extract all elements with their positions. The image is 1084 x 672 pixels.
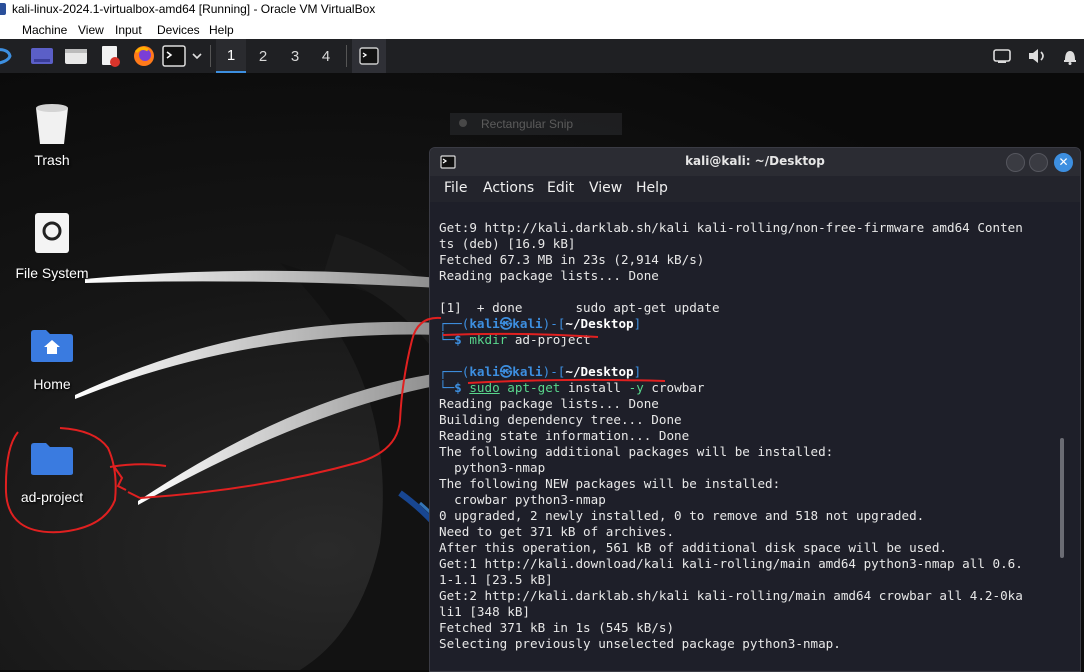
terminal-line: After this operation, 561 kB of addition… — [439, 540, 947, 555]
firefox-icon[interactable] — [130, 39, 158, 73]
taskbar-terminal-window[interactable] — [352, 39, 386, 73]
terminal-line: Reading state information... Done — [439, 428, 690, 443]
file-system-label: File System — [15, 265, 89, 281]
terminal-menubar: File Actions Edit View Help — [430, 176, 1080, 202]
chevron-down-icon[interactable] — [188, 39, 206, 73]
terminal-line: Fetched 67.3 MB in 23s (2,914 kB/s) — [439, 252, 705, 267]
terminal-line: Get:2 http://kali.darklab.sh/kali kali-r… — [439, 588, 1023, 603]
volume-icon[interactable] — [1024, 39, 1050, 73]
vbox-window-title-bar: kali-linux-2024.1-virtualbox-amd64 [Runn… — [0, 0, 1084, 20]
prompt-line: ┌──(kali㉿kali)-[~/Desktop] — [439, 364, 642, 379]
terminal-menu-view[interactable]: View — [589, 180, 622, 196]
terminal-scrollbar[interactable] — [1060, 438, 1064, 558]
maximize-button[interactable] — [1029, 153, 1048, 172]
terminal-line: The following NEW packages will be insta… — [439, 476, 781, 491]
desktop-icon-file-system[interactable]: File System — [2, 212, 102, 281]
command-line-install: └─$ sudo apt-get install -y crowbar — [439, 380, 705, 395]
home-folder-icon — [31, 330, 73, 362]
terminal-line: Need to get 371 kB of archives. — [439, 524, 675, 539]
top-panel: 1 2 3 4 — [0, 39, 1084, 73]
close-button[interactable]: ✕ — [1054, 153, 1073, 172]
notification-bell-icon[interactable] — [1058, 39, 1082, 73]
ad-project-label: ad-project — [20, 489, 84, 505]
workspace-4[interactable]: 4 — [311, 39, 341, 73]
terminal-window[interactable]: kali@kali: ~/Desktop ✕ File Actions Edit… — [429, 147, 1081, 672]
terminal-title-bar[interactable]: kali@kali: ~/Desktop ✕ — [430, 148, 1080, 176]
terminal-line: The following additional packages will b… — [439, 444, 834, 459]
terminal-line: Fetched 371 kB in 1s (545 kB/s) — [439, 620, 675, 635]
vbox-menu-machine[interactable]: Machine — [22, 23, 67, 37]
terminal-line: ts (deb) [16.9 kB] — [439, 236, 576, 251]
vbox-menu-view[interactable]: View — [78, 23, 104, 37]
workspace-1[interactable]: 1 — [216, 39, 246, 73]
terminal-menu-actions[interactable]: Actions — [483, 180, 534, 196]
home-label: Home — [33, 376, 71, 392]
kali-menu-icon[interactable] — [0, 39, 14, 73]
drive-icon — [35, 213, 69, 253]
terminal-line: Selecting previously unselected package … — [439, 636, 841, 651]
text-editor-icon[interactable] — [96, 39, 124, 73]
terminal-line: 1-1.1 [23.5 kB] — [439, 572, 553, 587]
terminal-line: [1] + done sudo apt-get update — [439, 300, 720, 315]
command-line-mkdir: └─$ mkdir ad-project — [439, 332, 591, 347]
terminal-menu-edit[interactable]: Edit — [547, 180, 574, 196]
vbox-menu-help[interactable]: Help — [209, 23, 234, 37]
file-manager-icon[interactable] — [62, 39, 90, 73]
terminal-line: 0 upgraded, 2 newly installed, 0 to remo… — [439, 508, 925, 523]
terminal-line: Reading package lists... Done — [439, 268, 659, 283]
trash-icon — [36, 104, 68, 144]
vbox-window-title: kali-linux-2024.1-virtualbox-amd64 [Runn… — [12, 2, 376, 16]
terminal-title: kali@kali: ~/Desktop — [685, 154, 825, 168]
terminal-menu-help[interactable]: Help — [636, 180, 668, 196]
workspace-3[interactable]: 3 — [280, 39, 310, 73]
terminal-line: Get:1 http://kali.download/kali kali-rol… — [439, 556, 1023, 571]
desktop-icon-trash[interactable]: Trash — [2, 100, 102, 168]
terminal-output[interactable]: Get:9 http://kali.darklab.sh/kali kali-r… — [439, 204, 1064, 671]
vbox-menubar: Machine View Input Devices Help — [0, 20, 1084, 39]
vbox-menu-input[interactable]: Input — [115, 23, 142, 37]
panel-separator — [210, 45, 211, 67]
workspace-2[interactable]: 2 — [248, 39, 278, 73]
panel-separator — [346, 45, 347, 67]
desktop-icon-ad-project[interactable]: ad-project — [2, 442, 102, 505]
folder-icon — [31, 443, 73, 475]
vbox-menu-devices[interactable]: Devices — [157, 23, 200, 37]
terminal-line: python3-nmap — [439, 460, 546, 475]
show-desktop-icon[interactable] — [28, 39, 56, 73]
desktop-icon-home[interactable]: Home — [2, 329, 102, 392]
snip-icon — [459, 119, 467, 127]
terminal-line: crowbar python3-nmap — [439, 492, 606, 507]
minimize-button[interactable] — [1006, 153, 1025, 172]
rectangular-snip-overlay: Rectangular Snip — [450, 113, 622, 135]
prompt-line: ┌──(kali㉿kali)-[~/Desktop] — [439, 316, 642, 331]
terminal-menu-file[interactable]: File — [444, 180, 467, 196]
trash-label: Trash — [34, 152, 70, 168]
virtualbox-icon — [0, 3, 6, 15]
terminal-launcher-icon[interactable] — [160, 39, 188, 73]
terminal-line: li1 [348 kB] — [439, 604, 530, 619]
terminal-line: Reading package lists... Done — [439, 396, 659, 411]
terminal-line: Get:9 http://kali.darklab.sh/kali kali-r… — [439, 220, 1023, 235]
terminal-line: Building dependency tree... Done — [439, 412, 682, 427]
snip-label: Rectangular Snip — [481, 117, 574, 131]
display-icon[interactable] — [990, 39, 1014, 73]
